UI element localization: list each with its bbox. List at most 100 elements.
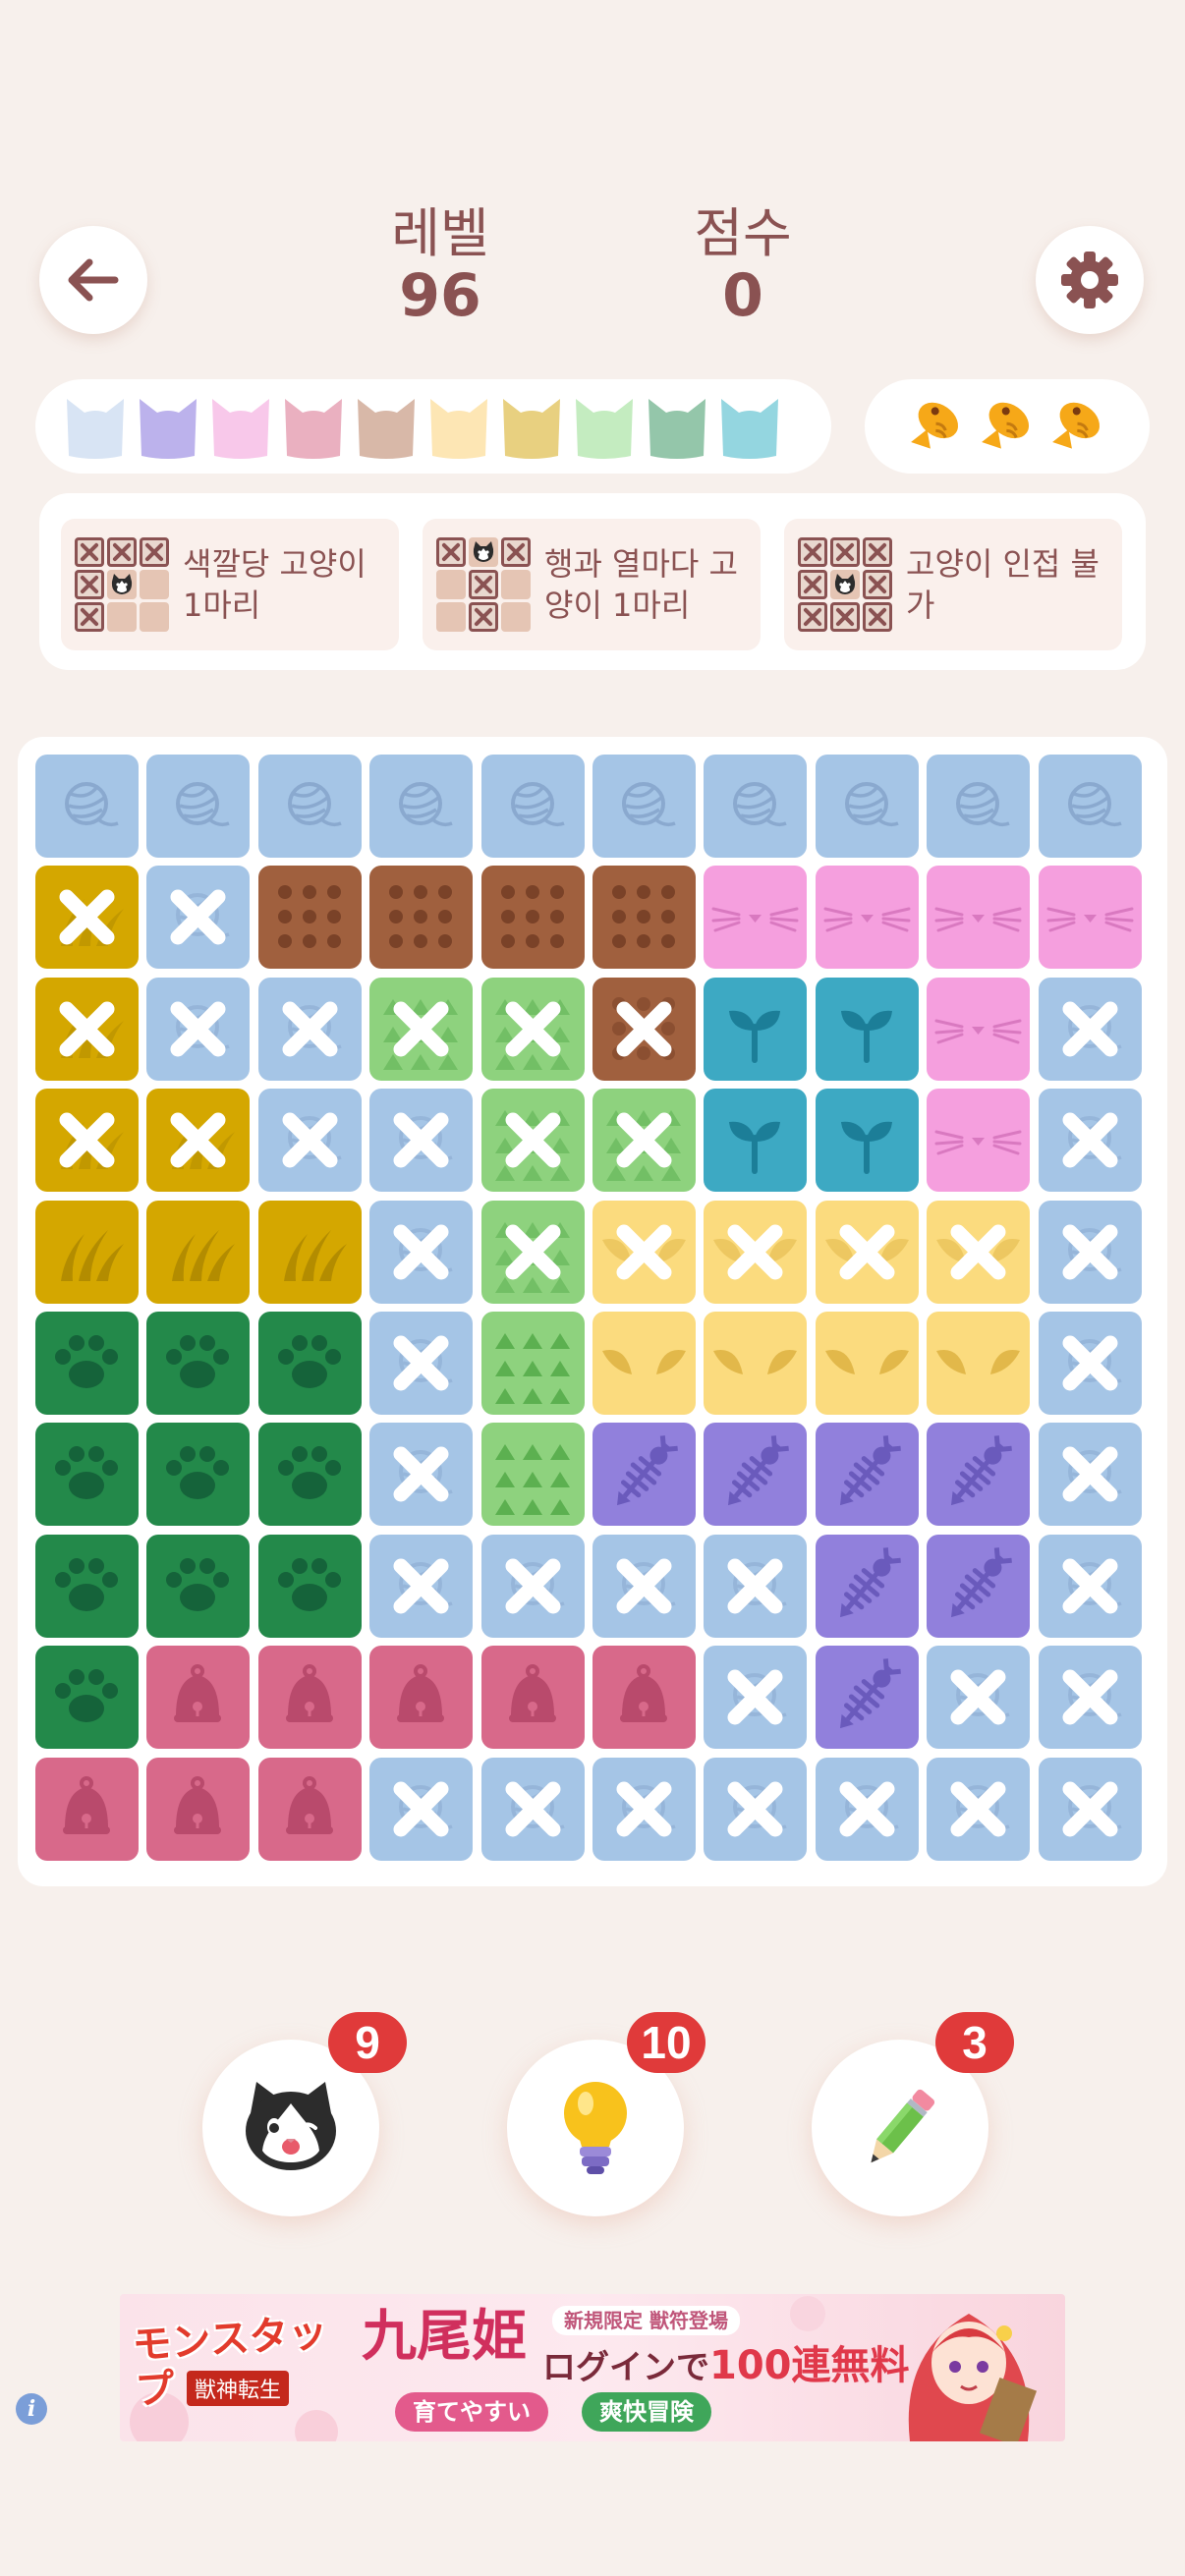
grid-cell[interactable] <box>704 1535 807 1638</box>
grid-cell[interactable] <box>704 1201 807 1304</box>
grid-cell[interactable] <box>592 1201 696 1304</box>
grid-cell[interactable] <box>481 1201 585 1304</box>
grid-cell[interactable] <box>927 1423 1030 1526</box>
grid-cell[interactable] <box>481 1646 585 1749</box>
grid-cell[interactable] <box>704 1423 807 1526</box>
ad-banner[interactable]: モンスタップ 獣神転生 九尾姫 新規限定 獣符登場 ログインで100連無料 育て… <box>120 2294 1065 2441</box>
grid-cell[interactable] <box>258 1758 362 1861</box>
grid-cell[interactable] <box>35 866 139 969</box>
grid-cell[interactable] <box>927 1312 1030 1415</box>
grid-cell[interactable] <box>816 1312 919 1415</box>
grid-cell[interactable] <box>927 755 1030 858</box>
grid-cell[interactable] <box>816 1646 919 1749</box>
grid-cell[interactable] <box>369 1758 473 1861</box>
settings-button[interactable] <box>1036 226 1144 334</box>
grid-cell[interactable] <box>258 866 362 969</box>
grid-cell[interactable] <box>35 755 139 858</box>
grid-cell[interactable] <box>927 866 1030 969</box>
grid-cell[interactable] <box>816 1535 919 1638</box>
grid-cell[interactable] <box>369 1423 473 1526</box>
grid-cell[interactable] <box>927 1535 1030 1638</box>
grid-cell[interactable] <box>1039 755 1142 858</box>
grid-cell[interactable] <box>592 755 696 858</box>
grid-cell[interactable] <box>369 1535 473 1638</box>
grid-cell[interactable] <box>258 1312 362 1415</box>
grid-cell[interactable] <box>258 1201 362 1304</box>
grid-cell[interactable] <box>704 866 807 969</box>
grid-cell[interactable] <box>35 1758 139 1861</box>
grid-cell[interactable] <box>816 1423 919 1526</box>
grid-cell[interactable] <box>369 1646 473 1749</box>
grid-cell[interactable] <box>35 1089 139 1192</box>
grid-cell[interactable] <box>704 1312 807 1415</box>
grid-cell[interactable] <box>146 1089 250 1192</box>
grid-cell[interactable] <box>35 978 139 1081</box>
back-button[interactable] <box>39 226 147 334</box>
grid-cell[interactable] <box>592 1535 696 1638</box>
grid-cell[interactable] <box>704 1089 807 1192</box>
grid-cell[interactable] <box>481 1423 585 1526</box>
grid-cell[interactable] <box>816 1758 919 1861</box>
grid-cell[interactable] <box>481 1089 585 1192</box>
grid-cell[interactable] <box>481 1535 585 1638</box>
grid-cell[interactable] <box>592 1312 696 1415</box>
grid-cell[interactable] <box>816 866 919 969</box>
grid-cell[interactable] <box>1039 1758 1142 1861</box>
grid-cell[interactable] <box>258 1423 362 1526</box>
grid-cell[interactable] <box>927 1201 1030 1304</box>
grid-cell[interactable] <box>704 1646 807 1749</box>
grid-cell[interactable] <box>146 755 250 858</box>
grid-cell[interactable] <box>927 1089 1030 1192</box>
grid-cell[interactable] <box>592 1646 696 1749</box>
grid-cell[interactable] <box>369 978 473 1081</box>
grid-cell[interactable] <box>35 1646 139 1749</box>
grid-cell[interactable] <box>481 866 585 969</box>
grid-cell[interactable] <box>1039 978 1142 1081</box>
grid-cell[interactable] <box>1039 1423 1142 1526</box>
grid-cell[interactable] <box>146 1312 250 1415</box>
grid-cell[interactable] <box>704 1758 807 1861</box>
grid-cell[interactable] <box>927 978 1030 1081</box>
grid-cell[interactable] <box>146 978 250 1081</box>
grid-cell[interactable] <box>369 1089 473 1192</box>
grid-cell[interactable] <box>146 866 250 969</box>
grid-cell[interactable] <box>816 978 919 1081</box>
grid-cell[interactable] <box>1039 1089 1142 1192</box>
grid-cell[interactable] <box>258 755 362 858</box>
grid-cell[interactable] <box>816 1089 919 1192</box>
grid-cell[interactable] <box>258 1646 362 1749</box>
grid-cell[interactable] <box>146 1535 250 1638</box>
grid-cell[interactable] <box>1039 1201 1142 1304</box>
pencil-button[interactable]: 3 <box>812 2012 1014 2216</box>
grid-cell[interactable] <box>258 1089 362 1192</box>
grid-cell[interactable] <box>481 978 585 1081</box>
grid-cell[interactable] <box>481 1758 585 1861</box>
grid-cell[interactable] <box>1039 1646 1142 1749</box>
grid-cell[interactable] <box>816 755 919 858</box>
grid-cell[interactable] <box>704 978 807 1081</box>
grid-cell[interactable] <box>35 1423 139 1526</box>
grid-cell[interactable] <box>592 1089 696 1192</box>
grid-cell[interactable] <box>592 866 696 969</box>
grid-cell[interactable] <box>481 1312 585 1415</box>
grid-cell[interactable] <box>146 1423 250 1526</box>
grid-cell[interactable] <box>369 1201 473 1304</box>
grid-cell[interactable] <box>592 1423 696 1526</box>
cat-hint-button[interactable]: 9 <box>202 2012 407 2216</box>
grid-cell[interactable] <box>816 1201 919 1304</box>
grid-cell[interactable] <box>35 1535 139 1638</box>
grid-cell[interactable] <box>369 1312 473 1415</box>
grid-cell[interactable] <box>146 1758 250 1861</box>
grid-cell[interactable] <box>35 1312 139 1415</box>
lightbulb-hint-button[interactable]: 10 <box>507 2012 705 2216</box>
grid-cell[interactable] <box>592 1758 696 1861</box>
grid-cell[interactable] <box>481 755 585 858</box>
grid-cell[interactable] <box>1039 1312 1142 1415</box>
grid-cell[interactable] <box>927 1646 1030 1749</box>
grid-cell[interactable] <box>146 1201 250 1304</box>
grid-cell[interactable] <box>1039 866 1142 969</box>
grid-cell[interactable] <box>258 1535 362 1638</box>
info-icon[interactable]: i <box>16 2393 47 2425</box>
grid-cell[interactable] <box>146 1646 250 1749</box>
grid-cell[interactable] <box>35 1201 139 1304</box>
